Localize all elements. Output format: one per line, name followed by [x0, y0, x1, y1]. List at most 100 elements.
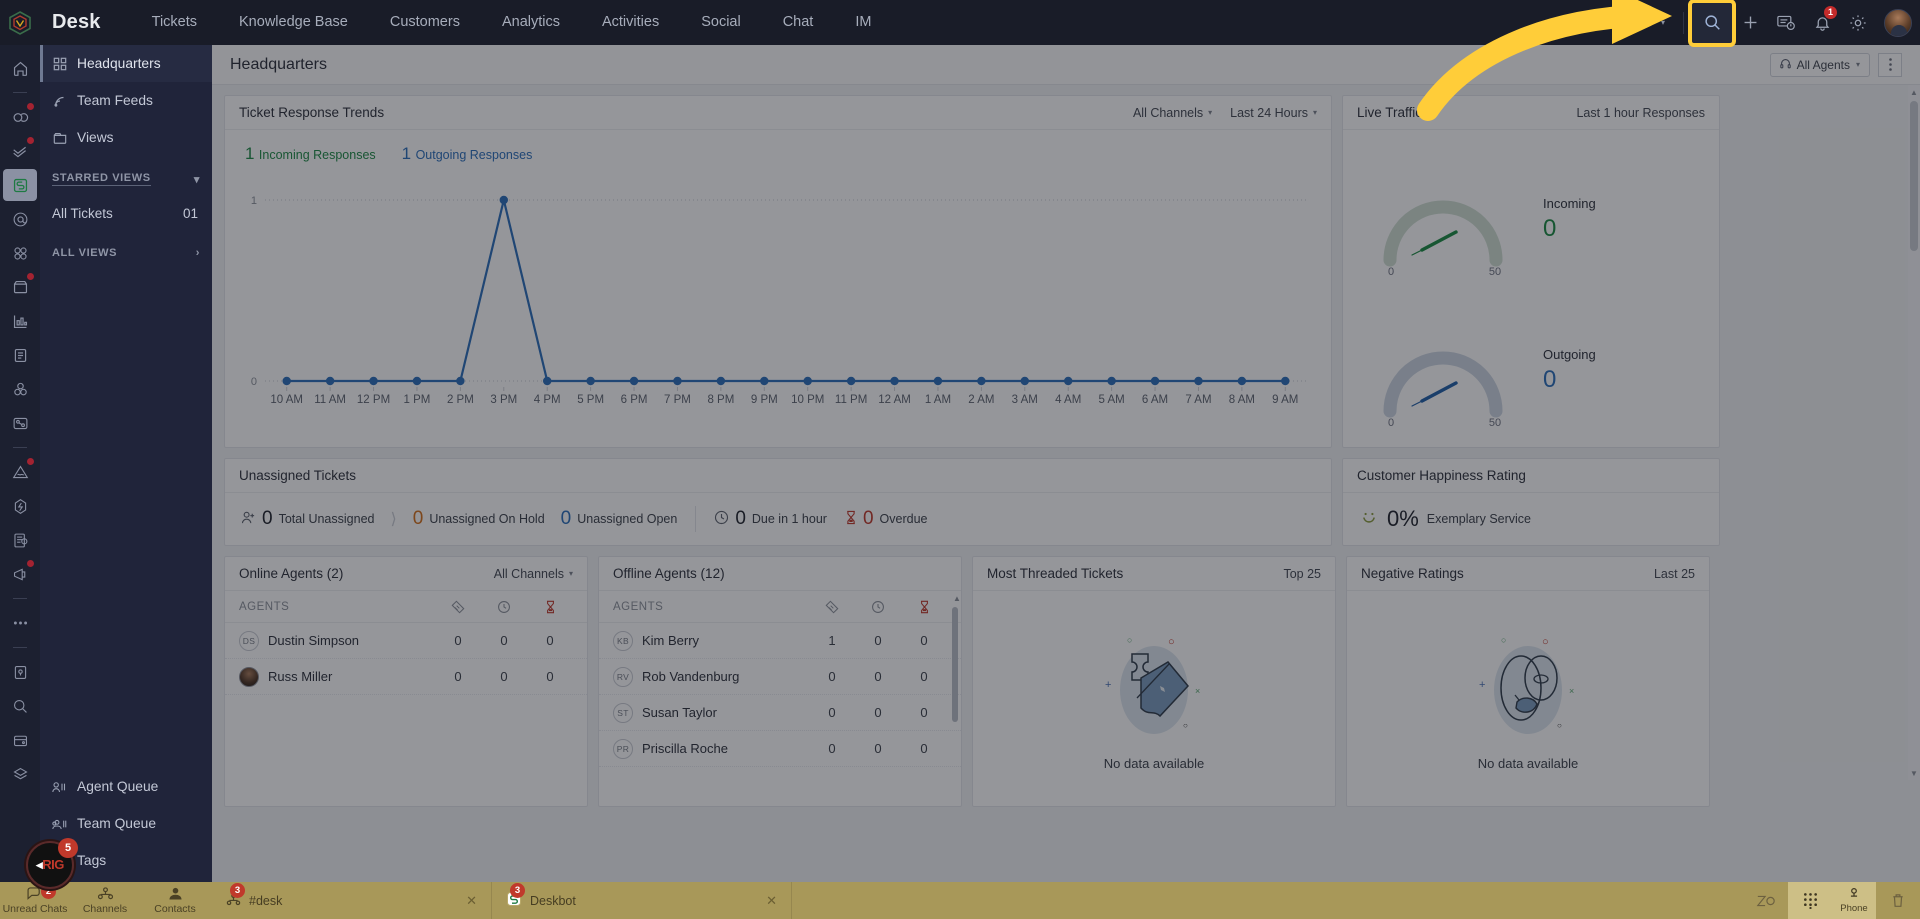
inbox-icon[interactable] — [3, 271, 37, 303]
agent-metric-3: 0 — [920, 669, 928, 684]
agent-name-cell: ST Susan Taylor — [613, 702, 809, 723]
close-icon[interactable]: ✕ — [466, 893, 477, 909]
clipboard-icon[interactable] — [3, 339, 37, 371]
main-scrollbar[interactable]: ▲ ▼ — [1908, 85, 1920, 780]
stat-due-in-1-hour[interactable]: 0 Due in 1 hour — [714, 508, 827, 530]
dashboard-row-2: Unassigned Tickets 0 Total Unassigned ⟩ — [224, 458, 1908, 546]
trash-icon[interactable] — [1876, 882, 1920, 919]
chevron-down-icon[interactable]: ▾ — [194, 173, 200, 186]
link-icon[interactable] — [3, 101, 37, 133]
svg-text:9 AM: 9 AM — [1272, 394, 1298, 406]
table-row[interactable]: KB Kim Berry 1 0 0 — [599, 623, 961, 659]
kebab-icon[interactable] — [1878, 52, 1902, 77]
agent-metric-3: 0 — [546, 633, 554, 648]
svg-text:4 PM: 4 PM — [534, 394, 561, 406]
stat-unassigned-open[interactable]: 0 Unassigned Open — [561, 508, 678, 530]
scrollbar-thumb[interactable] — [952, 607, 958, 722]
svg-text:4 AM: 4 AM — [1055, 394, 1081, 406]
table-row[interactable]: DS Dustin Simpson 0 0 0 — [225, 623, 587, 659]
agents-filter-dropdown[interactable]: All Agents ▾ — [1769, 52, 1870, 77]
sidebar-item-agent-queue[interactable]: Agent Queue — [40, 768, 212, 805]
plus-icon[interactable] — [1732, 5, 1768, 41]
sidebar-item-headquarters[interactable]: Headquarters — [40, 45, 212, 82]
chevron-up-icon[interactable]: ▲ — [951, 591, 961, 605]
chevron-up-icon[interactable]: ▲ — [1908, 85, 1920, 99]
avatar-initials: KB — [613, 630, 633, 651]
mountain-icon[interactable] — [3, 456, 37, 488]
sidebar-item-team-queue[interactable]: Team Queue — [40, 805, 212, 842]
table-row[interactable]: RV Rob Vandenburg 0 0 0 — [599, 659, 961, 695]
close-icon[interactable]: ✕ — [766, 893, 777, 909]
nav-activities[interactable]: Activities — [581, 0, 680, 45]
starred-views-section[interactable]: STARRED VIEWS ▾ — [40, 162, 212, 196]
bottom-tab-desk[interactable]: 3 #desk ✕ — [212, 882, 492, 919]
agent-name-cell: DS Dustin Simpson — [239, 630, 435, 651]
rig-count-badge: 5 — [58, 838, 78, 858]
gauge-outgoing: 0 50 Outgoing 0 — [1343, 295, 1719, 446]
nav-knowledge-base[interactable]: Knowledge Base — [218, 0, 369, 45]
rig-avatar-badge[interactable]: 5 ◂RIG — [26, 838, 78, 889]
chart-icon[interactable] — [3, 305, 37, 337]
table-row[interactable]: Russ Miller 0 0 0 — [225, 659, 587, 695]
blocks-icon[interactable] — [3, 373, 37, 405]
home-icon[interactable] — [3, 52, 37, 84]
magnify-icon[interactable] — [3, 690, 37, 722]
scrollbar-thumb[interactable] — [1910, 101, 1918, 251]
search-icon[interactable] — [1688, 0, 1736, 47]
all-views-section[interactable]: ALL VIEWS › — [40, 236, 212, 270]
stat-overdue[interactable]: 0 Overdue — [845, 508, 928, 530]
keypad-icon[interactable] — [1788, 882, 1832, 919]
book-icon[interactable] — [3, 656, 37, 688]
threaded-meta: Top 25 — [1283, 566, 1321, 581]
channel-filter-dropdown[interactable]: All Channels ▾ — [1133, 106, 1212, 120]
avatar[interactable] — [1884, 8, 1912, 37]
time-filter-dropdown[interactable]: Last 24 Hours ▾ — [1230, 106, 1317, 120]
card-icon[interactable] — [1768, 5, 1804, 41]
nav-analytics[interactable]: Analytics — [481, 0, 581, 45]
megaphone-icon[interactable] — [3, 558, 37, 590]
online-channel-filter[interactable]: All Channels ▾ — [494, 567, 573, 581]
nav-social[interactable]: Social — [680, 0, 762, 45]
table-row[interactable]: PR Priscilla Roche 0 0 0 — [599, 731, 961, 767]
ticket-icon[interactable] — [3, 169, 37, 201]
bottom-contacts[interactable]: Contacts — [140, 882, 210, 919]
gear-icon[interactable] — [1840, 5, 1876, 41]
top-bar-actions: ▾ 1 — [1661, 0, 1912, 47]
check-double-icon[interactable] — [3, 135, 37, 167]
bottom-channels[interactable]: Channels — [70, 882, 140, 919]
sidebar-item-all-tickets[interactable]: All Tickets 01 — [40, 196, 212, 230]
stat-total-unassigned[interactable]: 0 Total Unassigned — [241, 508, 374, 530]
customer-happiness-card: Customer Happiness Rating 0% Exemplary S… — [1342, 458, 1720, 546]
flash-icon[interactable] — [3, 490, 37, 522]
chart-svg: 0 1 10 AM 11 AM 12 PM 1 PM 2 PM 3 PM 4 PM 5 PM 6 P… — [251, 195, 1307, 406]
table-row[interactable]: ST Susan Taylor 0 0 0 — [599, 695, 961, 731]
col-agents: AGENTS — [613, 600, 664, 613]
nav-im[interactable]: IM — [834, 0, 892, 45]
nav-chat[interactable]: Chat — [762, 0, 835, 45]
bell-icon[interactable]: 1 — [1804, 5, 1840, 41]
nav-customers[interactable]: Customers — [369, 0, 481, 45]
sidebar-item-team-feeds[interactable]: Team Feeds — [40, 82, 212, 119]
legend-incoming[interactable]: 1 Incoming Responses — [245, 144, 376, 164]
zia-icon[interactable] — [1744, 882, 1788, 919]
sidebar-item-views[interactable]: Views — [40, 119, 212, 156]
bottom-tab-deskbot[interactable]: 3 Deskbot ✕ — [492, 882, 792, 919]
legend-outgoing[interactable]: 1 Outgoing Responses — [402, 144, 533, 164]
chevron-down-icon[interactable]: ▾ — [1661, 18, 1665, 27]
article-icon[interactable] — [3, 524, 37, 556]
offline-agents-scrollbar[interactable]: ▲ — [951, 591, 961, 806]
more-icon[interactable] — [3, 607, 37, 639]
happiness-label: Exemplary Service — [1426, 512, 1531, 526]
phone-button[interactable]: Phone — [1832, 882, 1876, 919]
nav-tickets[interactable]: Tickets — [131, 0, 218, 45]
bottom-unread-chats[interactable]: 2 Unread Chats — [0, 882, 70, 919]
wallet-icon[interactable] — [3, 724, 37, 756]
app-logo[interactable] — [0, 10, 40, 35]
chevron-right-icon[interactable]: › — [196, 247, 200, 259]
layers-icon[interactable] — [3, 758, 37, 790]
stat-unassigned-on-hold[interactable]: 0 Unassigned On Hold — [413, 508, 545, 530]
chevron-down-icon[interactable]: ▼ — [1908, 766, 1920, 780]
flow-icon[interactable] — [3, 407, 37, 439]
at-icon[interactable] — [3, 203, 37, 235]
puzzle-icon[interactable] — [3, 237, 37, 269]
